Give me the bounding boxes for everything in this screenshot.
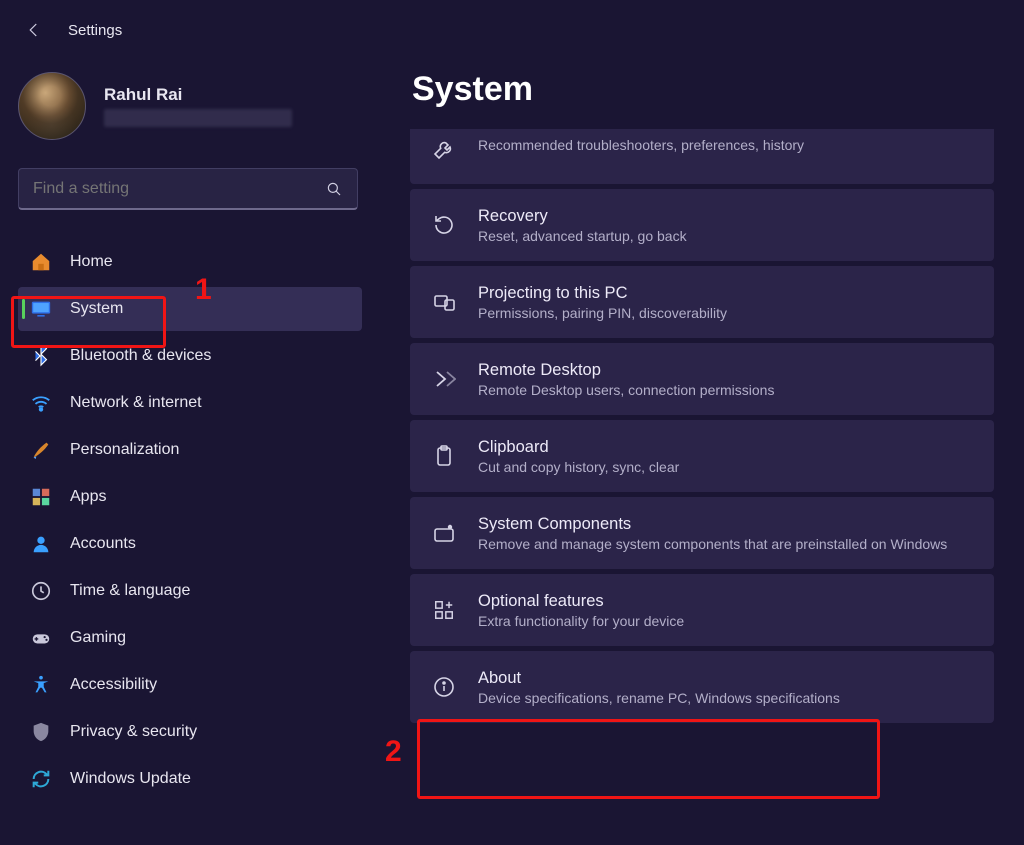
settings-item-about[interactable]: About Device specifications, rename PC, W… — [410, 651, 994, 723]
clipboard-icon — [430, 442, 458, 470]
avatar — [18, 72, 86, 140]
update-icon — [30, 768, 52, 790]
settings-item-title: Projecting to this PC — [478, 284, 727, 303]
settings-item-title: Clipboard — [478, 438, 679, 457]
wifi-icon — [30, 392, 52, 414]
components-icon — [430, 519, 458, 547]
profile-block[interactable]: Rahul Rai — [18, 72, 362, 140]
settings-item-desc: Cut and copy history, sync, clear — [478, 459, 679, 475]
settings-item-title: Recovery — [478, 207, 687, 226]
settings-item-recovery[interactable]: Recovery Reset, advanced startup, go back — [410, 189, 994, 261]
settings-item-title: System Components — [478, 515, 947, 534]
apps-icon — [30, 486, 52, 508]
nav-item-system[interactable]: System — [18, 287, 362, 331]
nav-item-home[interactable]: Home — [18, 240, 362, 284]
home-icon — [30, 251, 52, 273]
system-icon — [30, 298, 52, 320]
settings-item-title: About — [478, 669, 840, 688]
settings-item-title: Optional features — [478, 592, 684, 611]
page-title: System — [412, 70, 994, 109]
recovery-icon — [430, 211, 458, 239]
nav-item-label: Bluetooth & devices — [70, 347, 211, 365]
settings-item-desc: Recommended troubleshooters, preferences… — [478, 137, 804, 153]
projecting-icon — [430, 288, 458, 316]
nav-item-gaming[interactable]: Gaming — [18, 616, 362, 660]
settings-item-projecting[interactable]: Projecting to this PC Permissions, pairin… — [410, 266, 994, 338]
app-title: Settings — [68, 22, 122, 39]
nav-list: Home System Bluetooth & devices Network & i… — [18, 240, 362, 801]
settings-item-troubleshoot[interactable]: Recommended troubleshooters, preferences… — [410, 129, 994, 184]
settings-item-desc: Remove and manage system components that… — [478, 536, 947, 552]
bluetooth-icon — [30, 345, 52, 367]
settings-item-desc: Permissions, pairing PIN, discoverabilit… — [478, 305, 727, 321]
settings-item-title: Remote Desktop — [478, 361, 774, 380]
remote-icon — [430, 365, 458, 393]
back-button[interactable] — [22, 18, 46, 42]
nav-item-label: Accessibility — [70, 676, 157, 694]
settings-item-clipboard[interactable]: Clipboard Cut and copy history, sync, cle… — [410, 420, 994, 492]
search-input[interactable] — [18, 168, 358, 210]
nav-item-network[interactable]: Network & internet — [18, 381, 362, 425]
nav-item-label: System — [70, 300, 123, 318]
nav-item-label: Network & internet — [70, 394, 202, 412]
main-content: System Recommended troubleshooters, pref… — [380, 52, 1024, 845]
sidebar: Rahul Rai Home System Bluetooth & devices N… — [0, 52, 380, 845]
settings-item-desc: Extra functionality for your device — [478, 613, 684, 629]
settings-item-remote[interactable]: Remote Desktop Remote Desktop users, conn… — [410, 343, 994, 415]
gamepad-icon — [30, 627, 52, 649]
shield-icon — [30, 721, 52, 743]
nav-item-label: Accounts — [70, 535, 136, 553]
profile-name: Rahul Rai — [104, 85, 292, 105]
search-field[interactable] — [33, 180, 313, 198]
nav-item-label: Home — [70, 253, 113, 271]
nav-item-label: Personalization — [70, 441, 179, 459]
nav-item-label: Privacy & security — [70, 723, 197, 741]
nav-item-privacy[interactable]: Privacy & security — [18, 710, 362, 754]
settings-item-desc: Remote Desktop users, connection permiss… — [478, 382, 774, 398]
clock-icon — [30, 580, 52, 602]
nav-item-label: Apps — [70, 488, 106, 506]
accounts-icon — [30, 533, 52, 555]
nav-item-update[interactable]: Windows Update — [18, 757, 362, 801]
nav-item-label: Time & language — [70, 582, 190, 600]
nav-item-accounts[interactable]: Accounts — [18, 522, 362, 566]
nav-item-label: Gaming — [70, 629, 126, 647]
brush-icon — [30, 439, 52, 461]
settings-item-desc: Reset, advanced startup, go back — [478, 228, 687, 244]
wrench-icon — [430, 135, 458, 163]
settings-item-optional[interactable]: Optional features Extra functionality for… — [410, 574, 994, 646]
nav-item-label: Windows Update — [70, 770, 191, 788]
settings-list: Recommended troubleshooters, preferences… — [410, 129, 994, 723]
accessibility-icon — [30, 674, 52, 696]
optional-icon — [430, 596, 458, 624]
nav-item-time[interactable]: Time & language — [18, 569, 362, 613]
settings-item-desc: Device specifications, rename PC, Window… — [478, 690, 840, 706]
settings-item-components[interactable]: System Components Remove and manage syste… — [410, 497, 994, 569]
search-icon — [325, 180, 343, 198]
nav-item-bluetooth[interactable]: Bluetooth & devices — [18, 334, 362, 378]
about-icon — [430, 673, 458, 701]
nav-item-apps[interactable]: Apps — [18, 475, 362, 519]
nav-item-personalization[interactable]: Personalization — [18, 428, 362, 472]
nav-item-accessibility[interactable]: Accessibility — [18, 663, 362, 707]
profile-email-redacted — [104, 109, 292, 127]
